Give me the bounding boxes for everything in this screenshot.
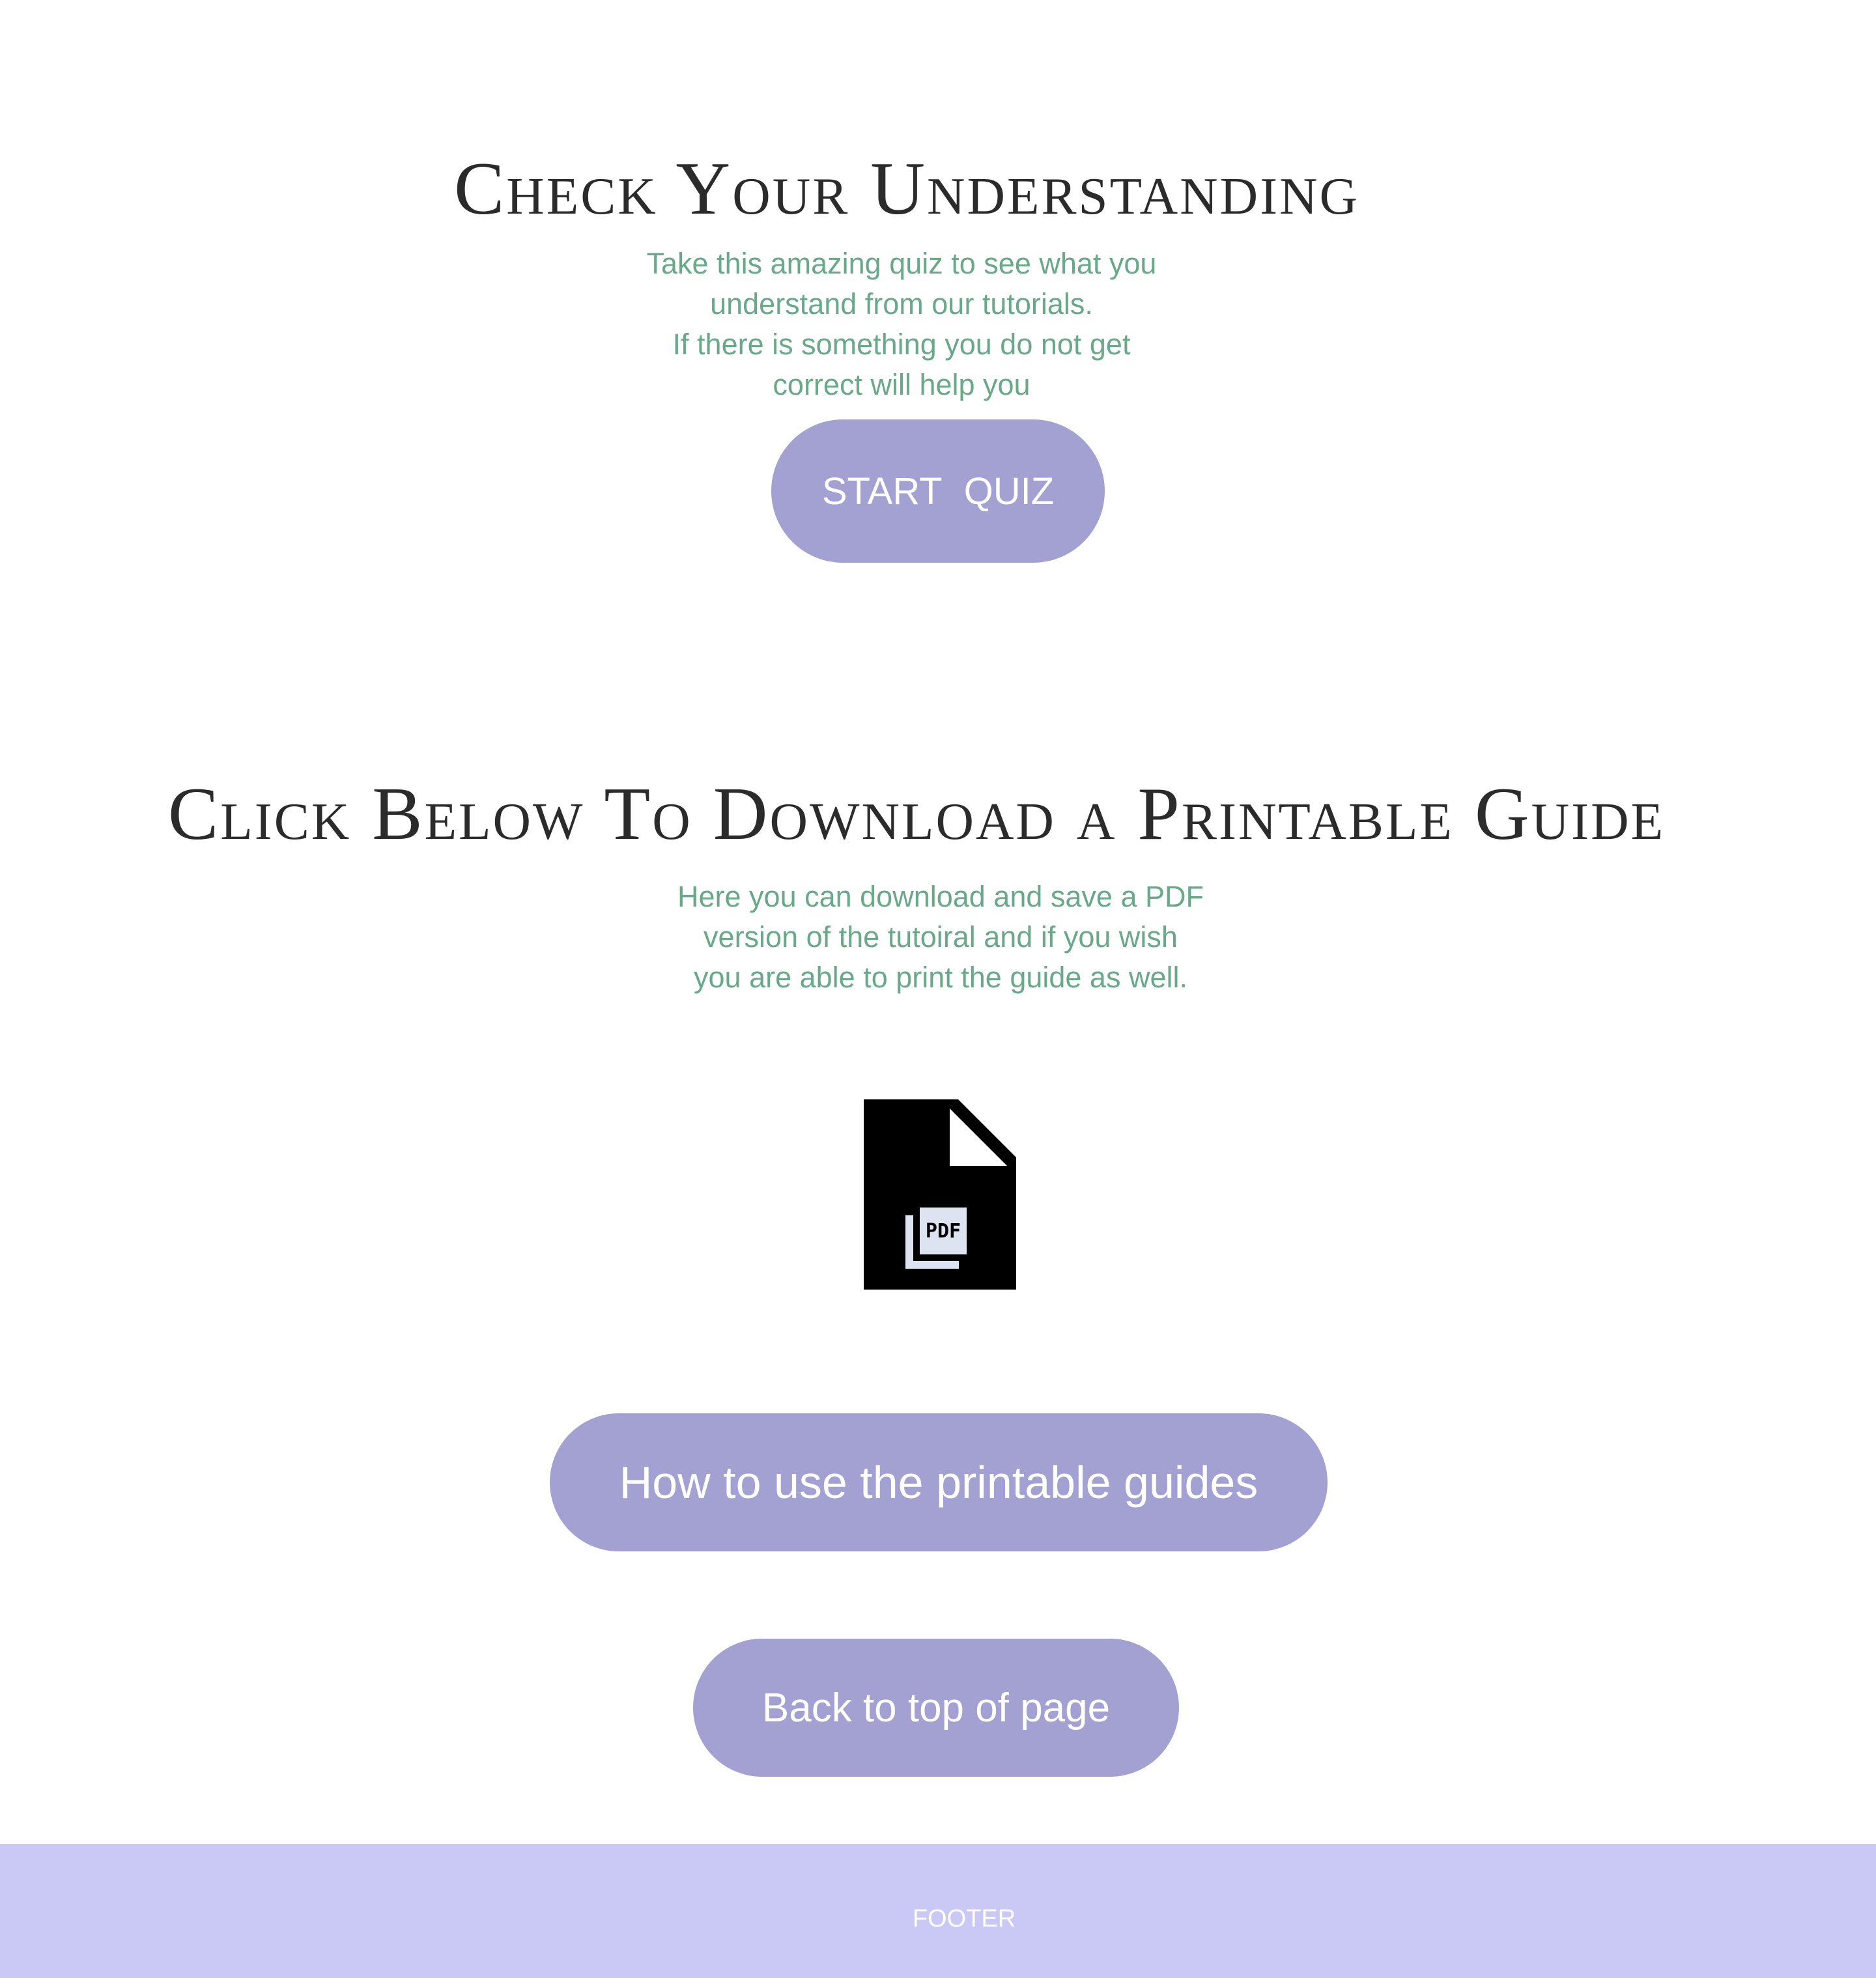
pdf-download-link[interactable]: PDF <box>864 1099 1016 1290</box>
guide-section-title: Click Below To Download a Printable Guid… <box>167 772 1666 856</box>
footer-text: FOOTER <box>912 1905 1016 1932</box>
quiz-description-line: If there is something you do not get <box>672 328 1131 361</box>
quiz-description-line: understand from our tutorials. <box>710 287 1093 320</box>
quiz-section-description: Take this amazing quiz to see what you u… <box>576 244 1227 405</box>
quiz-description-line: Take this amazing quiz to see what you <box>646 247 1157 280</box>
start-quiz-button[interactable]: START QUIZ <box>771 419 1105 563</box>
how-to-use-guides-button[interactable]: How to use the printable guides <box>550 1413 1328 1551</box>
pdf-icon-label: PDF <box>926 1220 961 1243</box>
pdf-file-icon: PDF <box>864 1099 1016 1290</box>
back-to-top-button[interactable]: Back to top of page <box>693 1639 1179 1777</box>
quiz-description-line: correct will help you <box>773 368 1030 401</box>
quiz-section-title: Check Your Understanding <box>453 147 1360 231</box>
guide-description-line: you are able to print the guide as well. <box>694 961 1187 994</box>
guide-description-line: version of the tutoiral and if you wish <box>704 920 1178 954</box>
guide-description-line: Here you can download and save a PDF <box>677 880 1204 913</box>
guide-section-description: Here you can download and save a PDF ver… <box>615 877 1266 998</box>
